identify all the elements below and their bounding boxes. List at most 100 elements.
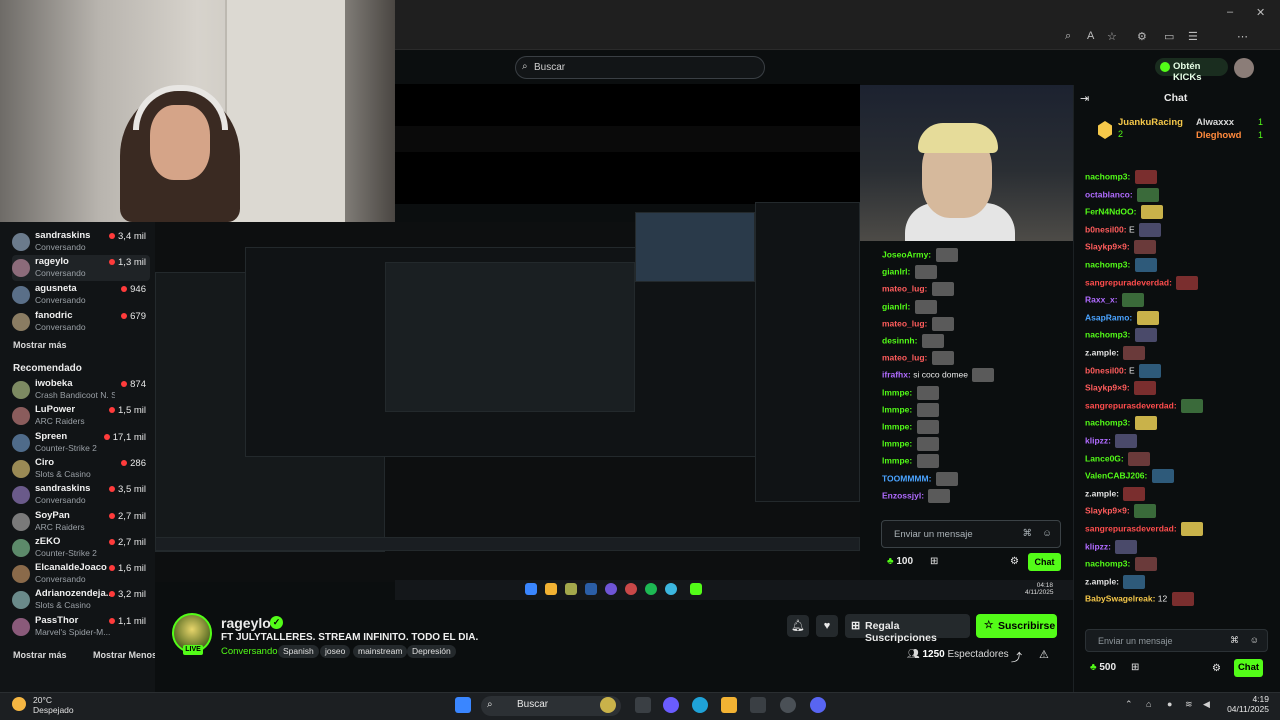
start-windows-icon[interactable] [455,697,471,713]
sidebar-item-passthor[interactable]: PassThor Marvel's Spider-M... 1,1 mil [12,614,150,640]
sidebar-item-zeko[interactable]: zEKO Counter-Strike 2 2,7 mil [12,535,150,561]
chat-message[interactable]: klipzz: [1085,434,1138,448]
chat-username[interactable]: nachomp3: [1085,330,1130,340]
report-icon[interactable]: ⚠ [1039,648,1049,661]
close-window-icon[interactable]: ✕ [1256,6,1265,19]
sidebar-item-agusneta[interactable]: agusneta Conversando 946 [12,282,150,308]
chat-gift-icon[interactable]: ⊞ [1131,662,1139,673]
tray-chevron-icon[interactable]: ⌃ [1125,699,1133,710]
show-more-following[interactable]: Mostrar más [13,340,67,350]
chat-message[interactable]: klipzz: [1085,539,1138,554]
sidebar-item-elcanaldejoaco[interactable]: ElcanaldeJoaco Conversando 1,6 mil [12,561,150,587]
chat-message[interactable]: b0nesil00: E [1085,222,1161,237]
stream-category[interactable]: Conversando [221,646,278,657]
widget-icon[interactable] [600,697,616,713]
sidebar-item-ciro[interactable]: Ciro Slots & Casino 286 [12,456,150,482]
chat-message[interactable]: BabySwagelreak: 12 [1085,592,1194,607]
store-icon[interactable] [750,697,766,713]
chat-username[interactable]: FerN4NdOO: [1085,206,1136,216]
sidebar-item-sandraskins[interactable]: sandraskins Conversando 3,4 mil [12,229,150,255]
chat-username[interactable]: b0nesil00: [1085,365,1127,375]
chat-username[interactable]: klipzz: [1085,435,1111,445]
kicks-balance[interactable]: ♣ 500 [1090,662,1116,673]
favorites-icon[interactable]: ☰ [1188,30,1198,43]
sidebar-item-rageylo[interactable]: rageylo Conversando 1,3 mil [12,255,150,281]
chat-username[interactable]: Slaykp9×9: [1085,242,1130,252]
chat-message[interactable]: sangrepurasdeverdad: [1085,522,1204,536]
sidebar-item-fanodric[interactable]: fanodric Conversando 679 [12,309,150,335]
chat-username[interactable]: Lance0G: [1085,453,1124,463]
tag[interactable]: Depresión [407,645,456,658]
chat-message[interactable]: Slaykp9×9: [1085,504,1157,519]
chat-message[interactable]: b0nesil00: E [1085,363,1161,378]
notification-bell-button[interactable]: 🔔︎ [787,615,809,637]
tag[interactable]: Spanish [278,645,319,658]
sidebar-item-adrianozendeja-[interactable]: Adrianozendeja... Slots & Casino 3,2 mil [12,587,150,613]
chat-username[interactable]: nachomp3: [1085,418,1130,428]
network-icon[interactable]: ⌂ [1146,699,1151,709]
weather-widget[interactable]: 20°C Despejado [33,695,74,715]
subscribe-button[interactable]: ☆ Suscribirse [976,614,1057,638]
streamer-name[interactable]: rageylo [221,615,271,631]
get-kicks-button[interactable]: Obtén KICKs [1155,58,1228,83]
steam-icon[interactable] [780,697,796,713]
chat-message[interactable]: Slaykp9×9: [1085,240,1157,255]
chat-message[interactable]: Slaykp9×9: [1085,381,1157,396]
gift-subs-button[interactable]: ⊞ Regala Suscripciones [845,614,970,644]
emoji-icon[interactable]: ☺ [1250,635,1259,645]
zoom-icon[interactable]: ⌕ [1065,30,1071,43]
chat-username[interactable]: nachomp3: [1085,259,1130,269]
chat-message[interactable]: FerN4NdOO: [1085,205,1163,220]
chat-username[interactable]: octablanco: [1085,189,1133,199]
sidebar-item-iwobeka[interactable]: iwobeka Crash Bandicoot N. Sa... 874 [12,377,150,403]
chat-username[interactable]: z.ample: [1085,347,1119,357]
chat-username[interactable]: z.ample: [1085,576,1119,586]
chat-username[interactable]: nachomp3: [1085,558,1130,568]
chat-message[interactable]: Raxx_x: [1085,293,1144,308]
sidebar-item-lupower[interactable]: LuPower ARC Raiders 1,5 mil [12,403,150,429]
emote-picker-icon[interactable]: ⌘ [1230,635,1239,646]
sidebar-item-spreen[interactable]: Spreen Counter-Strike 2 17,1 mil [12,430,150,456]
follow-button[interactable]: ♥ [816,615,838,637]
minimize-icon[interactable]: – [1227,6,1233,18]
chat-input[interactable]: Enviar un mensaje ⌘ ☺ [1085,629,1268,652]
chat-message[interactable]: octablanco: [1085,187,1160,202]
chat-message[interactable]: Lance0G: [1085,451,1151,466]
chat-send-button[interactable]: Chat [1234,659,1263,677]
more-menu-icon[interactable]: ⋯ [1237,30,1248,43]
search-input[interactable]: ⌕ Buscar [515,56,765,79]
chat-message[interactable]: z.ample: [1085,574,1146,589]
chat-message[interactable]: sangrepuradeverdad: [1085,275,1199,290]
chat-username[interactable]: AsapRamo: [1085,312,1132,322]
chat-username[interactable]: Raxx_x: [1085,294,1118,304]
task-view-icon[interactable] [635,697,651,713]
discord-icon[interactable] [810,697,826,713]
chat-settings-icon[interactable]: ⚙ [1212,663,1221,674]
edge-icon[interactable] [692,697,708,713]
wifi-icon[interactable]: ≋ [1185,699,1193,710]
chat-username[interactable]: ValenCABJ206: [1085,470,1147,480]
copilot-icon[interactable] [663,697,679,713]
tag[interactable]: joseo [320,645,351,658]
split-screen-icon[interactable]: ▭ [1164,30,1174,43]
taskbar-clock[interactable]: 4:19 04/11/2025 [1223,694,1269,714]
volume-icon[interactable]: ◀ [1203,699,1210,710]
chat-message[interactable]: nachomp3: [1085,557,1157,572]
chat-username[interactable]: Slaykp9×9: [1085,382,1130,392]
chat-message[interactable]: nachomp3: [1085,328,1157,343]
chat-message[interactable]: nachomp3: [1085,170,1157,184]
chat-username[interactable]: BabySwagelreak: [1085,594,1155,604]
sidebar-item-sandraskins[interactable]: sandraskins Conversando 3,5 mil [12,482,150,508]
chat-username[interactable]: sangrepurasdeverdad: [1085,400,1177,410]
microphone-icon[interactable]: ● [1167,699,1172,709]
favorite-star-icon[interactable]: ☆ [1107,30,1117,43]
chat-username[interactable]: z.ample: [1085,488,1119,498]
chat-username[interactable]: b0nesil00: [1085,224,1127,234]
chat-message[interactable]: AsapRamo: [1085,310,1159,325]
chat-username[interactable]: Slaykp9×9: [1085,506,1130,516]
file-explorer-icon[interactable] [721,697,737,713]
collapse-chat-icon[interactable]: ⇥ [1080,92,1089,105]
sidebar-item-soypan[interactable]: SoyPan ARC Raiders 2,7 mil [12,509,150,535]
chat-message[interactable]: z.ample: [1085,486,1146,501]
chat-username[interactable]: klipzz: [1085,541,1111,551]
